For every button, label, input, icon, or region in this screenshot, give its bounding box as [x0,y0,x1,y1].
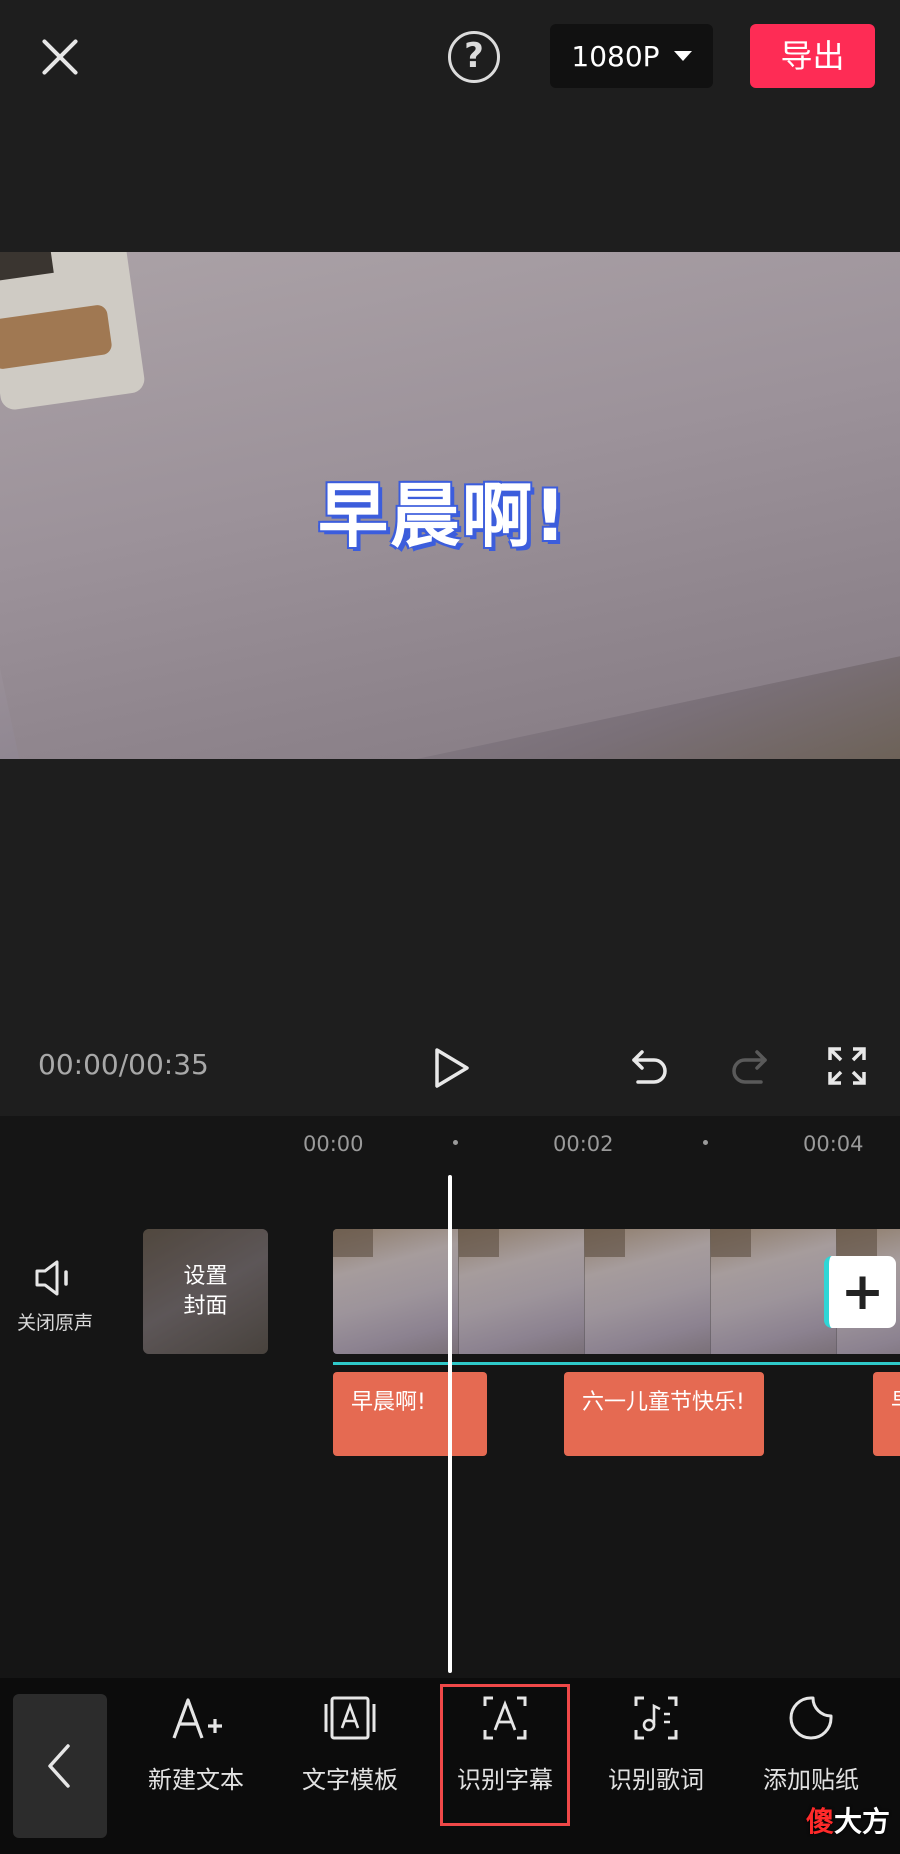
resolution-value: 1080P [571,39,660,73]
clip-track-underline [333,1362,900,1365]
ruler-dot [453,1140,458,1145]
back-button[interactable] [13,1694,107,1838]
ruler-label: 00:00 [303,1132,364,1156]
video-clip-track[interactable] [333,1229,900,1354]
help-icon[interactable]: ? [448,31,500,83]
redo-icon[interactable] [727,1044,771,1088]
clip-frame [711,1229,837,1354]
subtitle-clip[interactable]: 早 [873,1372,900,1456]
clip-frame [459,1229,585,1354]
tool-label: 文字模板 [302,1766,398,1794]
tool-label: 添加贴纸 [763,1766,859,1794]
tool-label: 识别歌词 [608,1766,704,1794]
playhead[interactable] [448,1175,452,1673]
watermark-logo: 傻大方 [806,1805,891,1838]
tool-new-text[interactable]: 新建文本 [131,1690,261,1840]
set-cover-label: 设置 封面 [183,1263,228,1319]
mute-original-audio-button[interactable]: 关闭原声 [14,1258,96,1338]
tool-label: 新建文本 [148,1766,244,1794]
close-button[interactable] [34,28,94,88]
play-icon[interactable] [432,1046,472,1090]
set-cover-button[interactable]: 设置 封面 [143,1229,268,1354]
recognize-lyrics-icon [634,1696,678,1740]
text-add-icon [172,1698,222,1739]
export-button[interactable]: 导出 [750,24,875,88]
video-preview[interactable]: 早晨啊! [0,252,900,759]
ruler-label: 00:02 [553,1132,614,1156]
caret-down-icon [673,51,692,61]
speaker-icon [35,1260,68,1296]
clip-frame [333,1229,459,1354]
resolution-dropdown[interactable]: 1080P [550,24,713,88]
text-template-icon [324,1696,376,1740]
subtitle-clip[interactable]: 六一儿童节快乐! [564,1372,764,1456]
chevron-left-icon [48,1744,70,1788]
subtitle-overlay-text[interactable]: 早晨啊! [318,460,568,561]
tool-text-template[interactable]: 文字模板 [285,1690,415,1840]
clip-frame [585,1229,711,1354]
ruler-dot [703,1140,708,1145]
fullscreen-icon[interactable] [827,1046,867,1086]
mute-label: 关闭原声 [16,1312,93,1334]
subtitle-clip[interactable]: 早晨啊! [333,1372,487,1456]
ruler-label: 00:04 [803,1132,864,1156]
time-display: 00:00/00:35 [38,1048,209,1081]
sticker-icon [789,1696,833,1740]
add-clip-button[interactable]: + [824,1256,896,1328]
undo-icon[interactable] [628,1044,672,1088]
tool-recognize-lyrics[interactable]: 识别歌词 [591,1690,721,1840]
highlight-box [440,1684,570,1826]
